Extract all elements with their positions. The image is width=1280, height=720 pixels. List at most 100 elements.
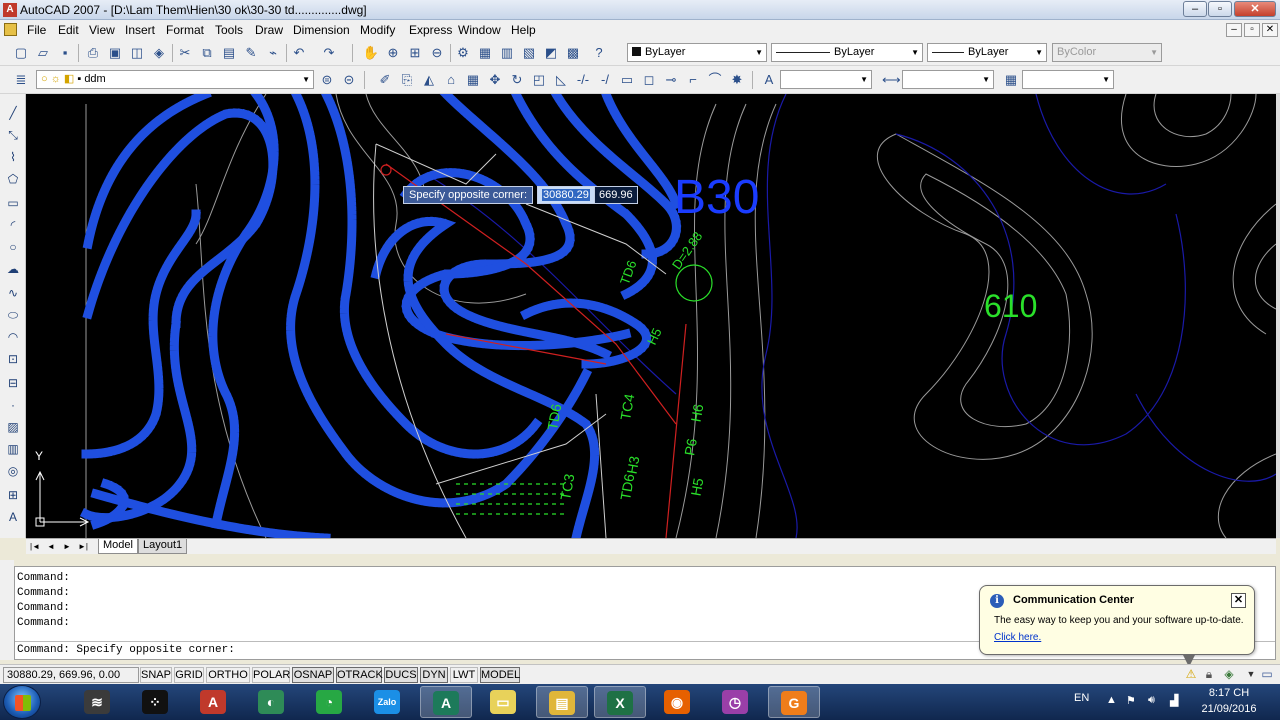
clock-date[interactable]: 21/09/2016 (1200, 703, 1258, 715)
command-input[interactable]: Command: Specify opposite corner: (17, 644, 235, 656)
multiline-text-icon[interactable]: A (4, 508, 22, 526)
point-icon[interactable]: · (4, 396, 22, 414)
layer-control[interactable]: ○ ☼ ◧ ▪ ddm ▼ (36, 70, 314, 89)
clock-time[interactable]: 8:17 CH (1204, 687, 1254, 699)
toggle-grid[interactable]: GRID (174, 667, 204, 683)
taskbar-app-sticky-notes[interactable]: ▭ (478, 686, 530, 718)
taskbar-app-foxit[interactable]: G (768, 686, 820, 718)
gradient-icon[interactable]: ▥ (4, 440, 22, 458)
taskbar-app-blackberry[interactable]: ⁘ (130, 686, 182, 718)
calculator-icon[interactable]: ▩ (564, 44, 582, 62)
polyline-icon[interactable]: ⌇ (4, 148, 22, 166)
taskbar-app-autocad[interactable]: A (188, 686, 240, 718)
toggle-polar[interactable]: POLAR (252, 667, 290, 683)
properties-icon[interactable]: ⚙ (454, 44, 472, 62)
contour-line-selected[interactable] (81, 209, 201, 459)
drawing-minimize-button[interactable]: – (1226, 23, 1242, 37)
help-icon[interactable]: ? (590, 44, 608, 62)
pan-icon[interactable]: ✋ (362, 44, 380, 62)
polygon-icon[interactable]: ⬠ (4, 170, 22, 188)
sheet-set-icon[interactable]: ▧ (520, 44, 538, 62)
extend-icon[interactable]: -/ (596, 71, 614, 89)
join-icon[interactable]: ⊸ (662, 71, 680, 89)
vertical-scrollbar[interactable] (1276, 94, 1280, 538)
taskbar-app-excel[interactable]: X (594, 686, 646, 718)
taskbar-app-file-explorer[interactable]: ▤ (536, 686, 588, 718)
table-icon[interactable]: ⊞ (4, 486, 22, 504)
array-icon[interactable]: ▦ (464, 71, 482, 89)
drawing-restore-button[interactable]: ▫ (1244, 23, 1260, 37)
trim-icon[interactable]: -/- (574, 71, 592, 89)
lineweight-control[interactable]: ByLayer ▼ (927, 43, 1047, 62)
erase-icon[interactable]: ✐ (376, 71, 394, 89)
start-button[interactable] (3, 685, 41, 719)
menu-express[interactable]: Express (409, 23, 452, 37)
command-window-grip[interactable] (0, 560, 14, 660)
dynamic-input-y[interactable]: 669.96 (594, 186, 638, 204)
block-editor-icon[interactable]: ⌁ (264, 44, 282, 62)
region-icon[interactable]: ◎ (4, 462, 22, 480)
taskbar-app-ccleaner[interactable]: ◐ (246, 686, 298, 718)
ellipse-icon[interactable]: ⬭ (4, 306, 22, 324)
lock-icon[interactable]: 🔒︎ (1202, 667, 1216, 681)
show-hidden-icons-icon[interactable]: ▲ (1106, 694, 1117, 706)
menu-tools[interactable]: Tools (215, 23, 243, 37)
new-file-icon[interactable]: ▢ (12, 44, 30, 62)
spline-icon[interactable]: ∿ (4, 284, 22, 302)
menu-view[interactable]: View (89, 23, 115, 37)
menu-file[interactable]: File (27, 23, 46, 37)
previous-layout-button[interactable]: ◄ (44, 541, 58, 553)
document-icon[interactable] (4, 23, 17, 36)
arc-icon[interactable]: ◜ (4, 216, 22, 234)
drawing-close-button[interactable]: ✕ (1262, 23, 1278, 37)
cut-icon[interactable]: ✂ (176, 44, 194, 62)
contour-line-selected[interactable] (82, 94, 212, 250)
copy-object-icon[interactable]: ⎘ (398, 71, 416, 89)
move-icon[interactable]: ✥ (486, 71, 504, 89)
dynamic-input-x[interactable]: 30880.29 (537, 186, 595, 204)
volume-icon[interactable]: 🔊︎ (1148, 694, 1155, 707)
copy-icon[interactable]: ⧉ (198, 44, 216, 62)
ellipse-arc-icon[interactable]: ◠ (4, 328, 22, 346)
zoom-window-icon[interactable]: ⊞ (406, 44, 424, 62)
tab-model[interactable]: Model (98, 539, 138, 554)
stretch-icon[interactable]: ◺ (552, 71, 570, 89)
taskbar-app-firefox[interactable]: ◉ (652, 686, 704, 718)
menu-insert[interactable]: Insert (125, 23, 155, 37)
color-control[interactable]: ByLayer ▼ (627, 43, 767, 62)
scale-icon[interactable]: ◰ (530, 71, 548, 89)
zoom-previous-icon[interactable]: ⊖ (428, 44, 446, 62)
break-icon[interactable]: ◻ (640, 71, 658, 89)
open-file-icon[interactable]: ▱ (34, 44, 52, 62)
selected-contours[interactable] (79, 94, 682, 538)
hatch-icon[interactable]: ▨ (4, 418, 22, 436)
zoom-realtime-icon[interactable]: ⊕ (384, 44, 402, 62)
toggle-ducs[interactable]: DUCS (384, 667, 418, 683)
match-properties-icon[interactable]: ✎ (242, 44, 260, 62)
tab-layout1[interactable]: Layout1 (138, 539, 188, 554)
balloon-close-button[interactable]: ✕ (1231, 593, 1246, 608)
action-center-icon[interactable]: ⚑ (1126, 694, 1136, 707)
menu-help[interactable]: Help (511, 23, 536, 37)
toggle-ortho[interactable]: ORTHO (206, 667, 250, 683)
revision-cloud-icon[interactable]: ☁ (4, 260, 22, 278)
line-icon[interactable]: ╱ (4, 104, 22, 122)
balloon-link[interactable]: Click here. (994, 632, 1041, 643)
toggle-dyn[interactable]: DYN (420, 667, 448, 683)
save-icon[interactable]: ▪ (56, 44, 74, 62)
text-style-control[interactable]: ▼ (780, 70, 872, 89)
circle-icon[interactable]: ○ (4, 238, 22, 256)
contour-line-selected[interactable] (208, 94, 279, 530)
next-layout-button[interactable]: ► (60, 541, 74, 553)
break-at-point-icon[interactable]: ▭ (618, 71, 636, 89)
coordinate-display[interactable]: 30880.29, 669.96, 0.00 (3, 667, 139, 683)
fillet-icon[interactable]: ⌒ (706, 71, 724, 89)
make-object-layer-current-icon[interactable]: ⊜ (318, 71, 336, 89)
warning-icon[interactable]: ⚠ (1184, 667, 1198, 681)
menu-draw[interactable]: Draw (255, 23, 283, 37)
plot-preview-icon[interactable]: ▣ (106, 44, 124, 62)
layer-manager-icon[interactable]: ≣ (12, 71, 30, 89)
close-button[interactable]: ✕ (1234, 1, 1276, 17)
clean-screen-icon[interactable]: ▭ (1260, 667, 1274, 681)
publish-icon[interactable]: ◫ (128, 44, 146, 62)
